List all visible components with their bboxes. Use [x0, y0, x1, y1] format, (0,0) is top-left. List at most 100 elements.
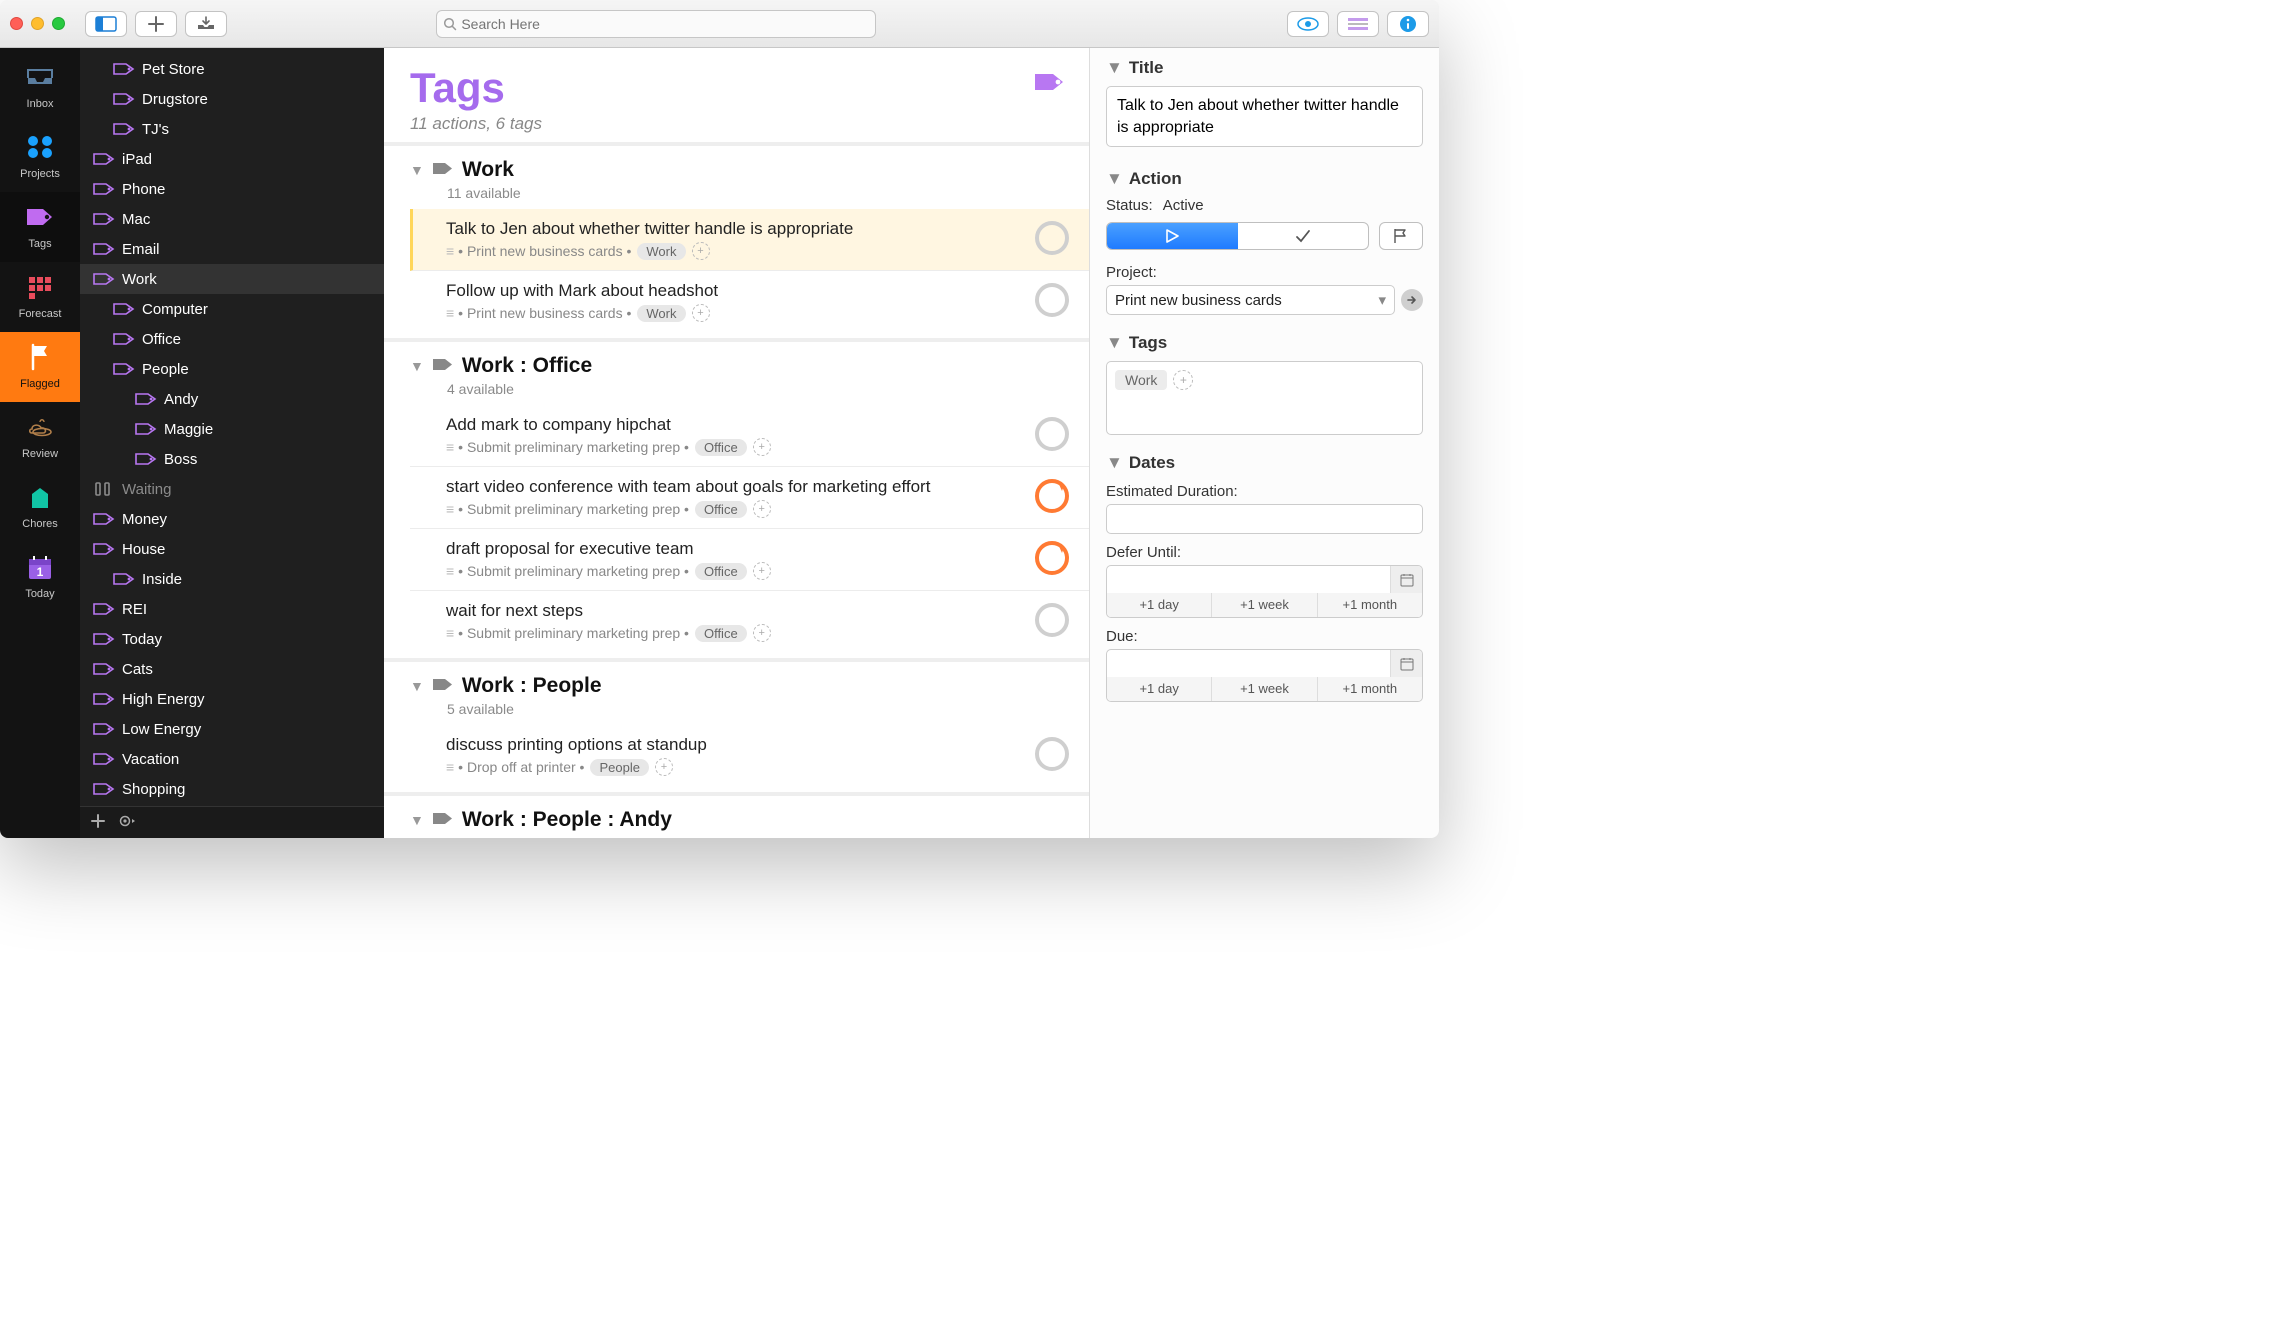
search-field[interactable] — [436, 10, 876, 38]
drag-handle-icon[interactable]: ≡ — [446, 439, 452, 455]
new-action-button[interactable] — [135, 11, 177, 37]
tag-row-house[interactable]: House — [80, 534, 384, 564]
add-tag-chip-button[interactable]: + — [753, 624, 771, 642]
due-plus-1-week[interactable]: +1 week — [1212, 677, 1317, 701]
tag-row-ipad[interactable]: iPad — [80, 144, 384, 174]
add-tag-chip-button[interactable]: + — [753, 438, 771, 456]
chevron-down-icon[interactable]: ▼ — [410, 162, 424, 178]
flag-toggle[interactable] — [1379, 222, 1423, 250]
toggle-inspector-button[interactable] — [1387, 11, 1429, 37]
tag-row-phone[interactable]: Phone — [80, 174, 384, 204]
perspective-today[interactable]: 1Today — [0, 542, 80, 612]
group-header[interactable]: ▼Work : Office — [410, 352, 1089, 378]
tag-row-tj-s[interactable]: TJ's — [80, 114, 384, 144]
defer-until-input[interactable] — [1107, 566, 1390, 594]
defer-plus-1-month[interactable]: +1 month — [1318, 593, 1422, 617]
close-window-button[interactable] — [10, 17, 23, 30]
tag-row-money[interactable]: Money — [80, 504, 384, 534]
tag-chip[interactable]: Work — [637, 243, 685, 260]
tag-row-drugstore[interactable]: Drugstore — [80, 84, 384, 114]
chevron-down-icon[interactable]: ▼ — [1106, 333, 1123, 353]
complete-checkbox[interactable] — [1033, 477, 1071, 518]
status-segmented-control[interactable] — [1106, 222, 1369, 250]
status-active-segment[interactable] — [1107, 223, 1238, 249]
due-plus-1-day[interactable]: +1 day — [1107, 677, 1212, 701]
minimize-window-button[interactable] — [31, 17, 44, 30]
sidebar-settings-button[interactable] — [118, 813, 136, 833]
chevron-down-icon[interactable]: ▼ — [1106, 169, 1123, 189]
perspective-forecast[interactable]: Forecast — [0, 262, 80, 332]
tag-row-shopping[interactable]: Shopping — [80, 774, 384, 804]
due-calendar-button[interactable] — [1390, 650, 1422, 678]
tag-row-cats[interactable]: Cats — [80, 654, 384, 684]
complete-checkbox[interactable] — [1033, 601, 1071, 642]
tag-row-low-energy[interactable]: Low Energy — [80, 714, 384, 744]
tag-chip[interactable]: Office — [695, 625, 747, 642]
chevron-down-icon[interactable]: ▼ — [1106, 58, 1123, 78]
tag-row-pet-store[interactable]: Pet Store — [80, 54, 384, 84]
complete-checkbox[interactable] — [1033, 539, 1071, 580]
tag-row-today[interactable]: Today — [80, 624, 384, 654]
add-tag-button[interactable] — [90, 813, 106, 833]
task-row[interactable]: start video conference with team about g… — [410, 467, 1089, 529]
task-row[interactable]: Follow up with Mark about headshot≡• Pri… — [410, 271, 1089, 332]
drag-handle-icon[interactable]: ≡ — [446, 243, 452, 259]
drag-handle-icon[interactable]: ≡ — [446, 625, 452, 641]
search-input[interactable] — [461, 16, 869, 32]
add-tag-chip-button[interactable]: + — [655, 758, 673, 776]
tag-row-computer[interactable]: Computer — [80, 294, 384, 324]
group-header[interactable]: ▼Work : People — [410, 672, 1089, 698]
tag-row-people[interactable]: People — [80, 354, 384, 384]
tag-chip[interactable]: Office — [695, 563, 747, 580]
perspective-tags[interactable]: Tags — [0, 192, 80, 262]
complete-checkbox[interactable] — [1033, 735, 1071, 776]
task-row[interactable]: draft proposal for executive team≡• Subm… — [410, 529, 1089, 591]
due-input[interactable] — [1107, 650, 1390, 678]
perspective-chores[interactable]: Chores — [0, 472, 80, 542]
tags-input[interactable]: Work + — [1106, 361, 1423, 435]
drag-handle-icon[interactable]: ≡ — [446, 759, 452, 775]
zoom-window-button[interactable] — [52, 17, 65, 30]
tag-row-andy[interactable]: Andy — [80, 384, 384, 414]
perspective-flagged[interactable]: Flagged — [0, 332, 80, 402]
tag-row-high-energy[interactable]: High Energy — [80, 684, 384, 714]
task-row[interactable]: discuss printing options at standup≡• Dr… — [410, 725, 1089, 786]
tag-row-mac[interactable]: Mac — [80, 204, 384, 234]
estimated-duration-input[interactable] — [1107, 505, 1422, 533]
tag-row-rei[interactable]: REI — [80, 594, 384, 624]
chevron-down-icon[interactable]: ▼ — [410, 812, 424, 828]
drag-handle-icon[interactable]: ≡ — [446, 501, 452, 517]
add-tag-chip-button[interactable]: + — [753, 562, 771, 580]
chevron-down-icon[interactable]: ▼ — [410, 678, 424, 694]
tag-row-work[interactable]: Work — [80, 264, 384, 294]
tag-chip[interactable]: Office — [695, 439, 747, 456]
view-options-button[interactable] — [1287, 11, 1329, 37]
defer-plus-1-day[interactable]: +1 day — [1107, 593, 1212, 617]
task-row[interactable]: Add mark to company hipchat≡• Submit pre… — [410, 405, 1089, 467]
tag-row-boss[interactable]: Boss — [80, 444, 384, 474]
add-tag-chip-button[interactable]: + — [753, 500, 771, 518]
chevron-down-icon[interactable]: ▼ — [410, 358, 424, 374]
status-completed-segment[interactable] — [1238, 223, 1369, 249]
toggle-sidebar-button[interactable] — [85, 11, 127, 37]
task-row[interactable]: wait for next steps≡• Submit preliminary… — [410, 591, 1089, 652]
tag-row-inside[interactable]: Inside — [80, 564, 384, 594]
drag-handle-icon[interactable]: ≡ — [446, 563, 452, 579]
tag-row-vacation[interactable]: Vacation — [80, 744, 384, 774]
complete-checkbox[interactable] — [1033, 219, 1071, 260]
task-row[interactable]: Talk to Jen about whether twitter handle… — [410, 209, 1089, 271]
defer-plus-1-week[interactable]: +1 week — [1212, 593, 1317, 617]
perspective-projects[interactable]: Projects — [0, 122, 80, 192]
tag-row-waiting[interactable]: Waiting — [80, 474, 384, 504]
group-header[interactable]: ▼Work : People : Andy — [410, 806, 1089, 832]
title-input[interactable] — [1106, 86, 1423, 147]
perspective-review[interactable]: Review — [0, 402, 80, 472]
project-select[interactable]: Print new business cards ▾ — [1106, 285, 1395, 315]
outline-filter-button[interactable] — [1337, 11, 1379, 37]
tag-chip[interactable]: Work — [1115, 370, 1167, 390]
tag-chip[interactable]: People — [590, 759, 648, 776]
complete-checkbox[interactable] — [1033, 281, 1071, 322]
due-plus-1-month[interactable]: +1 month — [1318, 677, 1422, 701]
drag-handle-icon[interactable]: ≡ — [446, 305, 452, 321]
quick-entry-button[interactable] — [185, 11, 227, 37]
